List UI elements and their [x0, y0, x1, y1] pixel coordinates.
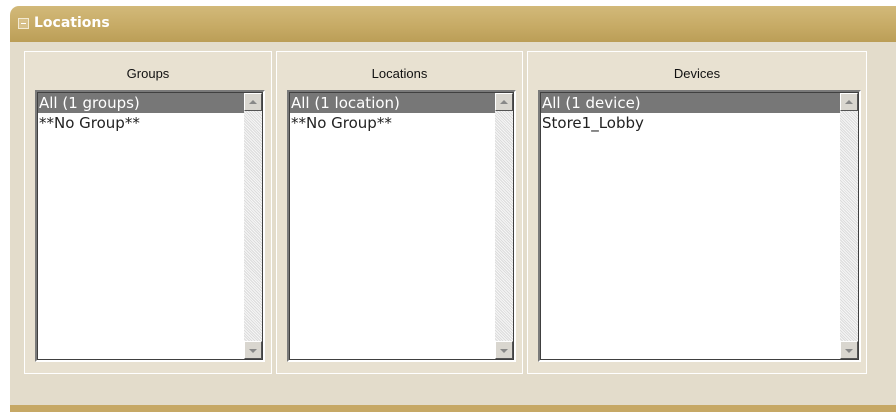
locations-title: Locations: [371, 66, 428, 81]
arrow-down-icon: [845, 349, 853, 353]
panel-title: Locations: [34, 15, 110, 31]
locations-list: All (1 location) **No Group**: [290, 93, 495, 359]
locations-scroll-down-button[interactable]: [495, 341, 513, 359]
groups-scroll-down-button[interactable]: [244, 341, 262, 359]
arrow-up-icon: [845, 100, 853, 104]
devices-title: Devices: [673, 66, 721, 81]
groups-item-all[interactable]: All (1 groups): [38, 93, 244, 113]
groups-scroll-up-button[interactable]: [244, 93, 262, 111]
locations-item-all[interactable]: All (1 location): [290, 93, 495, 113]
locations-item-no-group[interactable]: **No Group**: [290, 113, 495, 133]
devices-section: Devices All (1 device) Store1_Lobby: [527, 51, 867, 374]
groups-list: All (1 groups) **No Group**: [38, 93, 244, 359]
arrow-down-icon: [249, 349, 257, 353]
groups-title: Groups: [126, 66, 170, 81]
locations-scroll-up-button[interactable]: [495, 93, 513, 111]
arrow-up-icon: [500, 100, 508, 104]
groups-scrollbar[interactable]: [244, 93, 262, 359]
arrow-up-icon: [249, 100, 257, 104]
locations-section: Locations All (1 location) **No Group**: [276, 51, 523, 374]
groups-listbox[interactable]: All (1 groups) **No Group**: [35, 90, 265, 362]
devices-listbox[interactable]: All (1 device) Store1_Lobby: [538, 90, 861, 362]
devices-scroll-down-button[interactable]: [840, 341, 858, 359]
devices-scroll-up-button[interactable]: [840, 93, 858, 111]
panel-header: Locations: [10, 6, 896, 42]
panel-footer: [10, 405, 896, 412]
devices-list: All (1 device) Store1_Lobby: [541, 93, 840, 359]
groups-section: Groups All (1 groups) **No Group**: [24, 51, 272, 374]
groups-item-no-group[interactable]: **No Group**: [38, 113, 244, 133]
locations-listbox[interactable]: All (1 location) **No Group**: [287, 90, 516, 362]
devices-scrollbar[interactable]: [840, 93, 858, 359]
locations-scrollbar[interactable]: [495, 93, 513, 359]
collapse-icon[interactable]: [18, 18, 29, 29]
devices-item-all[interactable]: All (1 device): [541, 93, 840, 113]
arrow-down-icon: [500, 349, 508, 353]
devices-item-store1-lobby[interactable]: Store1_Lobby: [541, 113, 840, 133]
